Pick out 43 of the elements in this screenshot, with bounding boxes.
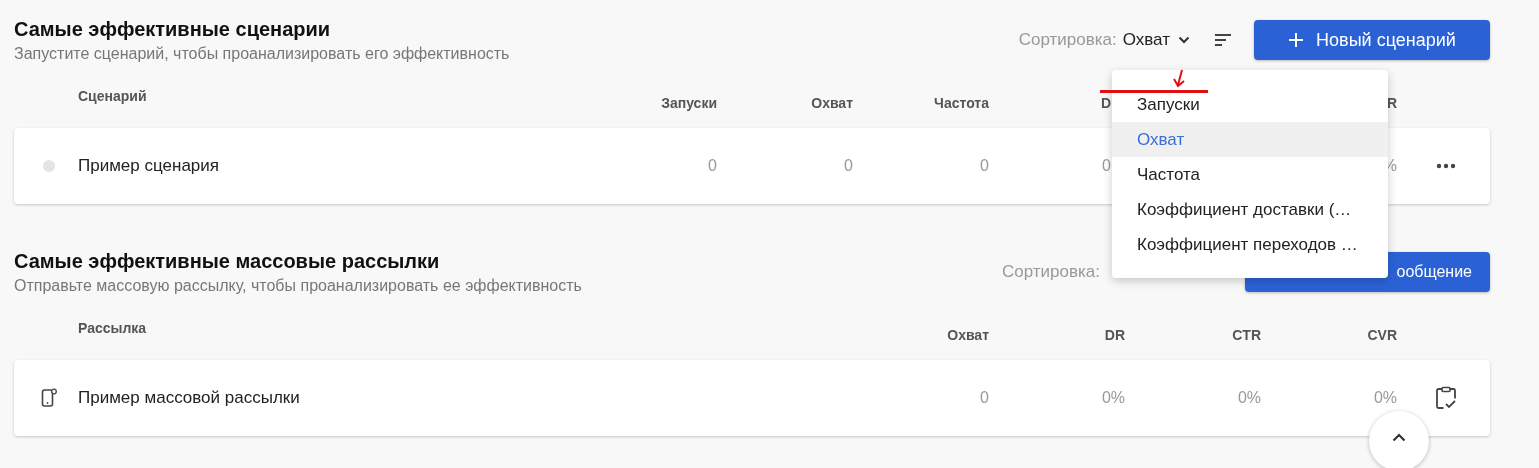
- clipboard-check-icon[interactable]: [1434, 386, 1457, 410]
- sort-icon[interactable]: [1214, 33, 1232, 47]
- sort-label: Сортировка:: [1001, 262, 1100, 282]
- sort-dropdown[interactable]: Охват: [1122, 30, 1190, 50]
- table-cell-text: 0%: [1372, 389, 1397, 407]
- menu-item[interactable]: Запуски: [1112, 87, 1388, 122]
- section-title: Самые эффективные сценарии: [14, 17, 332, 42]
- status-dot-icon: [42, 159, 56, 173]
- sort-label: Сортировка:: [1018, 30, 1117, 50]
- section-subtitle: Отправьте массовую рассылку, чтобы проанализировать ее эффективность: [14, 276, 582, 296]
- table-cell-text: 0%: [1236, 389, 1261, 407]
- table-cell-text: 0: [979, 157, 989, 175]
- menu-item[interactable]: Частота: [1112, 157, 1388, 192]
- row-card[interactable]: Пример массовой рассылки 0 0% 0% 0%: [14, 360, 1490, 436]
- column-header: Рассылка: [78, 320, 148, 336]
- column-header: Запуски: [660, 95, 717, 111]
- table-cell-text: 0: [979, 389, 989, 407]
- column-header: DR: [1103, 327, 1125, 343]
- chevron-down-icon: [1178, 36, 1190, 44]
- plus-icon: [1288, 32, 1305, 48]
- more-icon[interactable]: [1435, 163, 1456, 169]
- phone-icon: [41, 388, 57, 408]
- table-cell-text: 0: [1101, 157, 1112, 175]
- table-cell-text: 0: [843, 157, 853, 175]
- menu-item[interactable]: Охват: [1112, 122, 1388, 157]
- menu-item[interactable]: Коэффициент переходов …: [1112, 227, 1388, 262]
- new-button[interactable]: Новый сценарий: [1254, 20, 1490, 60]
- table-cell-text: 0: [707, 157, 717, 175]
- column-header: Охват: [810, 95, 853, 111]
- section-subtitle: Запустите сценарий, чтобы проанализировать его эффективность: [14, 44, 510, 64]
- table-cell-text: 0%: [1100, 389, 1125, 407]
- column-header: CTR: [1231, 327, 1261, 343]
- column-header: Частота: [933, 95, 989, 111]
- column-header: D: [1099, 95, 1112, 111]
- row-name: Пример сценария: [78, 156, 220, 176]
- section-title: Самые эффективные массовые рассылки: [14, 249, 441, 274]
- row-name: Пример массовой рассылки: [78, 388, 301, 408]
- column-header: CVR: [1366, 327, 1397, 343]
- chevron-up-icon: [1392, 432, 1406, 442]
- column-header: Сценарий: [78, 88, 148, 104]
- annotation-arrow: [1172, 69, 1186, 89]
- column-header: R: [1385, 95, 1397, 111]
- column-header: Охват: [946, 327, 989, 343]
